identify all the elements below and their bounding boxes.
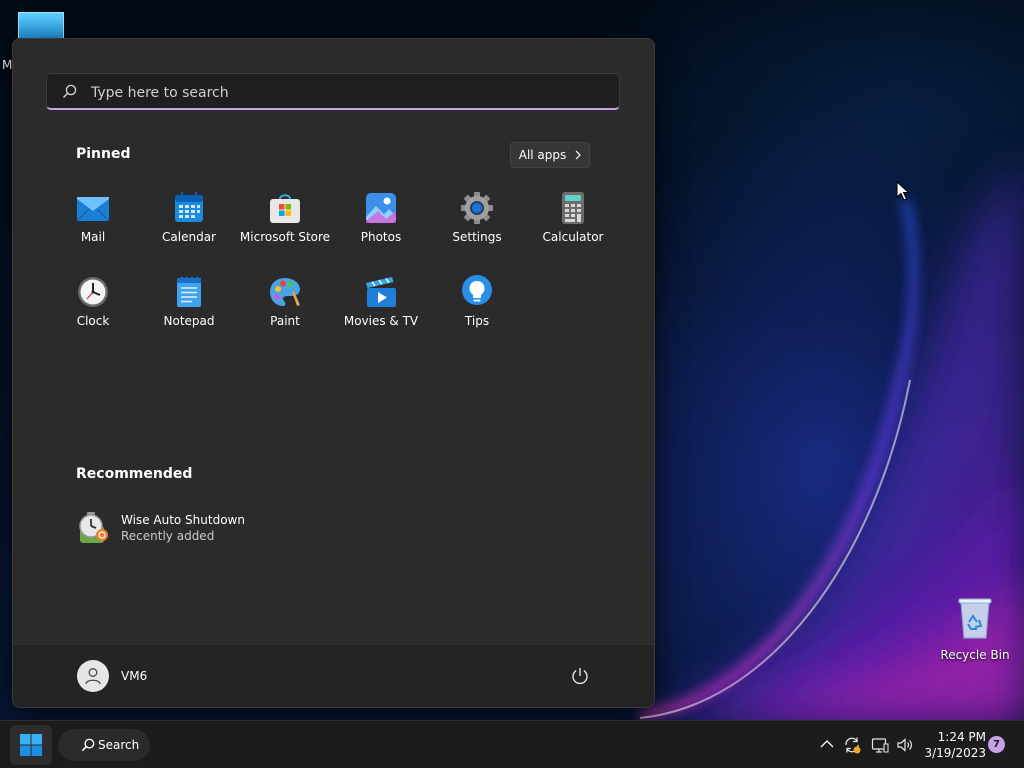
calendar-icon <box>175 192 203 222</box>
start-menu: Pinned All apps Mail Calendar <box>12 38 655 708</box>
all-apps-button[interactable]: All apps <box>510 142 590 168</box>
notepad-icon <box>177 276 201 307</box>
palette-icon <box>270 278 300 306</box>
pinned-app-calendar[interactable]: Calendar <box>141 191 237 269</box>
chevron-right-icon <box>575 150 582 160</box>
mail-icon <box>76 197 110 222</box>
pinned-app-clock[interactable]: Clock <box>45 275 141 353</box>
recycle-bin[interactable]: Recycle Bin <box>940 596 1010 662</box>
sync-icon[interactable] <box>843 736 861 754</box>
pinned-app-mail[interactable]: Mail <box>45 191 141 269</box>
search-icon <box>63 84 77 98</box>
power-icon[interactable] <box>570 666 590 686</box>
pinned-app-settings[interactable]: Settings <box>429 191 525 269</box>
pinned-app-movies-tv[interactable]: Movies & TV <box>333 275 429 353</box>
store-icon <box>270 194 300 223</box>
calculator-icon <box>562 192 584 224</box>
recommended-item-name: Wise Auto Shutdown <box>121 513 245 527</box>
start-search-box[interactable] <box>46 73 620 111</box>
app-label: Mail <box>80 230 106 244</box>
windows-logo-icon <box>20 734 42 756</box>
network-icon[interactable] <box>871 736 889 754</box>
pinned-app-paint[interactable]: Paint <box>237 275 333 353</box>
taskbar-clock[interactable]: 1:24 PM 3/19/2023 <box>922 729 986 761</box>
taskbar-search-button[interactable]: Search <box>58 729 150 761</box>
all-apps-label: All apps <box>518 148 567 162</box>
wise-auto-shutdown-icon <box>79 512 108 543</box>
user-name: VM6 <box>121 669 148 683</box>
app-label: Movies & TV <box>343 314 419 328</box>
volume-icon[interactable] <box>896 736 914 754</box>
start-menu-footer: VM6 <box>13 644 654 707</box>
avatar <box>77 660 109 692</box>
notification-badge[interactable]: 7 <box>988 736 1005 753</box>
recommended-title: Recommended <box>76 466 193 482</box>
user-account-button[interactable]: VM6 <box>77 660 147 692</box>
app-label: Microsoft Store <box>239 230 331 244</box>
recommended-item-wise-auto-shutdown[interactable]: Wise Auto Shutdown Recently added <box>77 509 317 549</box>
recycle-bin-icon <box>958 598 992 639</box>
chevron-up-icon[interactable] <box>820 739 834 749</box>
start-button[interactable] <box>10 725 52 765</box>
pinned-app-microsoft-store[interactable]: Microsoft Store <box>237 191 333 269</box>
film-icon <box>366 277 396 307</box>
pinned-app-tips[interactable]: Tips <box>429 275 525 353</box>
app-label: Paint <box>270 314 300 328</box>
pinned-title: Pinned <box>76 146 131 162</box>
lightbulb-icon <box>462 275 492 305</box>
app-label: Tips <box>464 314 490 328</box>
monitor-icon <box>18 12 64 40</box>
recycle-bin-label: Recycle Bin <box>940 648 1010 662</box>
photos-icon <box>366 193 396 223</box>
clock-date: 3/19/2023 <box>924 746 986 760</box>
clock-icon <box>78 277 108 307</box>
recommended-item-subtitle: Recently added <box>121 529 215 543</box>
start-search-input[interactable] <box>89 74 593 111</box>
app-label: Calendar <box>162 230 216 244</box>
app-label: Photos <box>360 230 402 244</box>
app-label: Settings <box>452 230 502 244</box>
pinned-app-notepad[interactable]: Notepad <box>141 275 237 353</box>
search-icon <box>81 738 95 752</box>
app-label: Notepad <box>163 314 215 328</box>
clock-time: 1:24 PM <box>937 730 986 744</box>
pinned-app-calculator[interactable]: Calculator <box>525 191 621 269</box>
user-icon <box>85 668 101 685</box>
mouse-cursor-icon <box>896 181 910 201</box>
gear-icon <box>461 192 493 224</box>
taskbar: Search 1:24 PM 3/19/2023 7 <box>0 720 1024 768</box>
app-label: Clock <box>76 314 110 328</box>
taskbar-search-label: Search <box>98 738 140 752</box>
pinned-app-photos[interactable]: Photos <box>333 191 429 269</box>
app-label: Calculator <box>542 230 604 244</box>
